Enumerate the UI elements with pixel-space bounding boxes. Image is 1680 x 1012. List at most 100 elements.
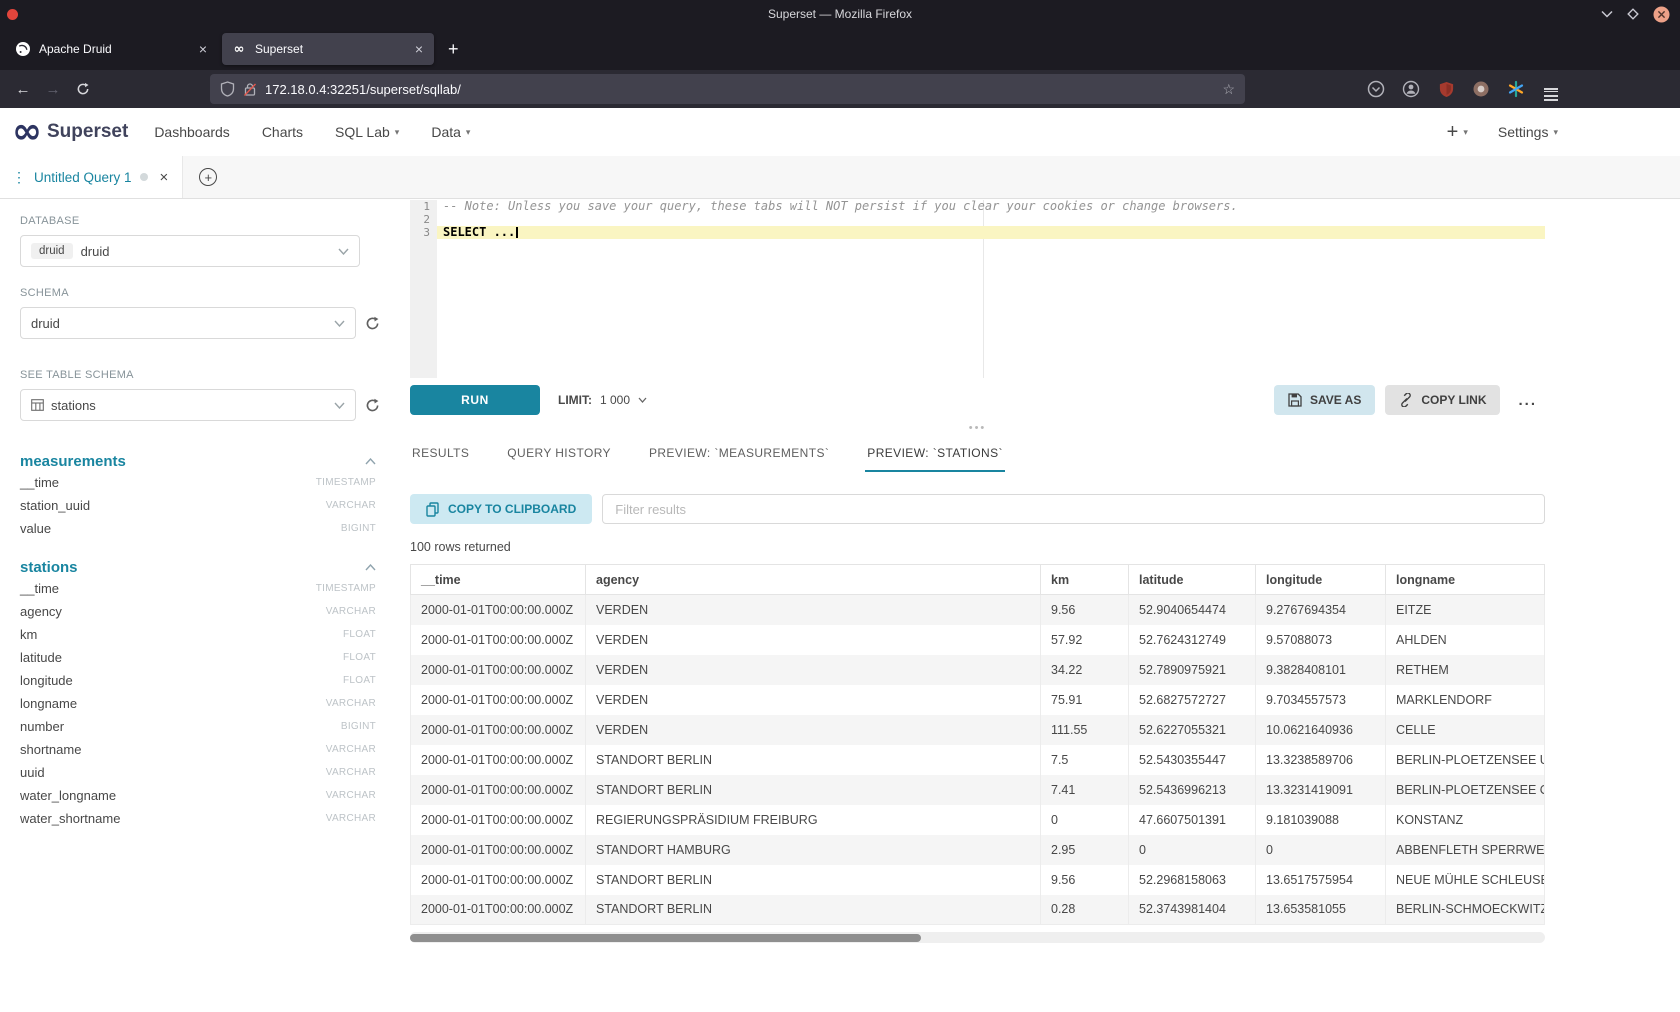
run-button[interactable]: RUN bbox=[410, 385, 540, 415]
schema-column-row: water_longnameVARCHAR bbox=[20, 785, 376, 806]
table-cell: EITZE bbox=[1386, 595, 1545, 625]
table-row: 2000-01-01T00:00:00.000ZSTANDORT BERLIN0… bbox=[411, 895, 1545, 925]
window-close-button[interactable] bbox=[1653, 6, 1670, 23]
copy-to-clipboard-button[interactable]: COPY TO CLIPBOARD bbox=[410, 494, 592, 524]
table-cell: 2000-01-01T00:00:00.000Z bbox=[411, 745, 586, 775]
refresh-tables-button[interactable] bbox=[365, 398, 380, 413]
database-label: DATABASE bbox=[20, 215, 380, 227]
nav-item-data[interactable]: Data▾ bbox=[431, 124, 470, 140]
database-engine-pill: druid bbox=[31, 243, 73, 259]
browser-tab-label: Apache Druid bbox=[39, 42, 197, 56]
browser-tab-druid[interactable]: Apache Druid × bbox=[6, 33, 218, 65]
schema-table-name: measurements bbox=[20, 453, 126, 470]
query-tabstrip: ⋮ Untitled Query 1 × + bbox=[0, 156, 1680, 199]
extension-icon[interactable] bbox=[1468, 76, 1494, 102]
url-bar[interactable]: 172.18.0.4:32251/superset/sqllab/ ☆ bbox=[210, 74, 1245, 104]
ublock-extension-icon[interactable] bbox=[1433, 76, 1459, 102]
editor-line: 2 bbox=[410, 213, 1545, 226]
schema-column-row: valueBIGINT bbox=[20, 518, 376, 539]
table-cell: STANDORT BERLIN bbox=[586, 745, 1041, 775]
more-options-button[interactable]: ... bbox=[1510, 392, 1545, 409]
table-select[interactable]: stations bbox=[20, 389, 356, 421]
column-name: uuid bbox=[20, 765, 45, 780]
column-type: VARCHAR bbox=[326, 767, 376, 778]
query-tab-active[interactable]: ⋮ Untitled Query 1 × bbox=[0, 156, 183, 198]
column-name: number bbox=[20, 719, 64, 734]
new-item-button[interactable]: +▾ bbox=[1447, 121, 1468, 144]
settings-menu[interactable]: Settings▾ bbox=[1498, 124, 1558, 140]
table-cell: 2000-01-01T00:00:00.000Z bbox=[411, 655, 586, 685]
table-cell: 2000-01-01T00:00:00.000Z bbox=[411, 895, 586, 925]
tab-close-icon[interactable]: × bbox=[413, 41, 425, 57]
table-cell: NEUE MÜHLE SCHLEUSE OP bbox=[1386, 865, 1545, 895]
pocket-icon[interactable] bbox=[1363, 76, 1389, 102]
table-cell: 2000-01-01T00:00:00.000Z bbox=[411, 625, 586, 655]
schema-select[interactable]: druid bbox=[20, 307, 356, 339]
results-tab[interactable]: PREVIEW: `STATIONS` bbox=[865, 434, 1005, 472]
schema-value: druid bbox=[31, 316, 60, 331]
code-text: SELECT ... bbox=[443, 225, 515, 239]
query-tab-close-icon[interactable]: × bbox=[160, 169, 169, 186]
nav-item-charts[interactable]: Charts bbox=[262, 124, 303, 140]
column-header[interactable]: km bbox=[1041, 565, 1129, 595]
insecure-lock-icon[interactable] bbox=[243, 82, 257, 97]
table-cell: 9.2767694354 bbox=[1256, 595, 1386, 625]
table-cell: 9.56 bbox=[1041, 865, 1129, 895]
results-tab[interactable]: QUERY HISTORY bbox=[505, 434, 613, 472]
reload-button[interactable] bbox=[68, 75, 98, 103]
column-header[interactable]: longitude bbox=[1256, 565, 1386, 595]
table-value: stations bbox=[51, 398, 96, 413]
scrollbar-thumb[interactable] bbox=[410, 934, 921, 942]
database-select[interactable]: druid druid bbox=[20, 235, 360, 267]
drag-handle-icon[interactable]: ⋮ bbox=[12, 169, 26, 186]
schema-table-header[interactable]: stations bbox=[20, 559, 376, 576]
schema-table-header[interactable]: measurements bbox=[20, 453, 376, 470]
window-minimize-button[interactable] bbox=[1601, 10, 1613, 18]
column-header[interactable]: agency bbox=[586, 565, 1041, 595]
limit-dropdown[interactable]: LIMIT: 1 000 bbox=[558, 393, 647, 407]
bookmark-star-icon[interactable]: ☆ bbox=[1222, 81, 1235, 98]
browser-tab-superset[interactable]: ∞ Superset × bbox=[222, 33, 434, 65]
plus-icon: + bbox=[1447, 121, 1459, 144]
table-cell: 52.6827572727 bbox=[1129, 685, 1256, 715]
column-name: __time bbox=[20, 581, 59, 596]
nav-item-dashboards[interactable]: Dashboards bbox=[154, 124, 230, 140]
refresh-schema-button[interactable] bbox=[365, 316, 380, 331]
sqllab-content: 1-- Note: Unless you save your query, th… bbox=[400, 199, 1545, 1012]
forward-button[interactable]: → bbox=[38, 75, 68, 103]
line-number: 1 bbox=[410, 200, 437, 213]
plus-circle-icon: + bbox=[199, 168, 217, 186]
column-type: BIGINT bbox=[341, 523, 376, 534]
back-button[interactable]: ← bbox=[8, 75, 38, 103]
refresh-icon bbox=[365, 316, 380, 331]
resize-handle[interactable]: ••• bbox=[410, 422, 1545, 434]
nav-item-sql-lab[interactable]: SQL Lab▾ bbox=[335, 124, 399, 140]
editor-line: 1-- Note: Unless you save your query, th… bbox=[410, 200, 1545, 213]
filter-results-input[interactable] bbox=[602, 494, 1545, 524]
table-cell: VERDEN bbox=[586, 715, 1041, 745]
window-maximize-button[interactable] bbox=[1627, 8, 1639, 20]
add-query-tab-button[interactable]: + bbox=[183, 156, 233, 198]
line-number: 3 bbox=[410, 226, 437, 239]
table-cell: BERLIN-PLOETZENSEE UP bbox=[1386, 745, 1545, 775]
results-tab[interactable]: PREVIEW: `MEASUREMENTS` bbox=[647, 434, 831, 472]
copy-to-clipboard-label: COPY TO CLIPBOARD bbox=[448, 502, 576, 516]
column-header[interactable]: longname bbox=[1386, 565, 1545, 595]
column-header[interactable]: latitude bbox=[1129, 565, 1256, 595]
menu-icon[interactable] bbox=[1538, 76, 1564, 102]
account-icon[interactable] bbox=[1398, 76, 1424, 102]
table-cell: 9.7034557573 bbox=[1256, 685, 1386, 715]
tab-close-icon[interactable]: × bbox=[197, 41, 209, 57]
table-cell: 52.9040654474 bbox=[1129, 595, 1256, 625]
horizontal-scrollbar[interactable] bbox=[410, 932, 1545, 943]
table-cell: 52.5430355447 bbox=[1129, 745, 1256, 775]
save-as-button[interactable]: SAVE AS bbox=[1274, 385, 1375, 415]
new-tab-button[interactable]: + bbox=[438, 39, 469, 60]
results-tab[interactable]: RESULTS bbox=[410, 434, 471, 472]
sql-editor[interactable]: 1-- Note: Unless you save your query, th… bbox=[410, 200, 1545, 378]
column-type: TIMESTAMP bbox=[316, 477, 376, 488]
column-header[interactable]: __time bbox=[411, 565, 586, 595]
tracking-protection-shield-icon[interactable] bbox=[220, 81, 235, 97]
copy-link-button[interactable]: COPY LINK bbox=[1385, 385, 1500, 415]
extension-icon-2[interactable] bbox=[1503, 76, 1529, 102]
